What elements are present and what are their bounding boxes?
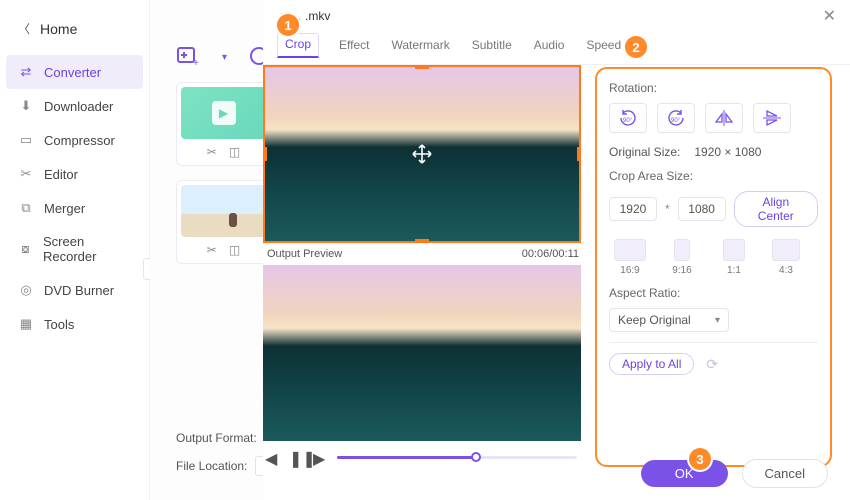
crop-handle-left[interactable] [263, 147, 267, 161]
home-label: Home [40, 21, 77, 37]
sidebar-item-label: Editor [44, 167, 78, 182]
close-icon[interactable]: ✕ [823, 6, 836, 26]
prev-frame-icon[interactable]: ◀ [265, 449, 281, 465]
tab-effect[interactable]: Effect [337, 34, 371, 58]
sidebar-item-label: Converter [44, 65, 101, 80]
sidebar-item-label: Compressor [44, 133, 115, 148]
move-cross-icon[interactable] [411, 143, 433, 165]
file-location-label: File Location: [176, 459, 247, 473]
tools-icon: ▦ [18, 316, 34, 332]
sidebar-item-label: Merger [44, 201, 85, 216]
chevron-down-icon: ▾ [715, 315, 720, 326]
merger-icon: ⧉ [18, 200, 34, 216]
editor-tabs: Crop Effect Watermark Subtitle Audio Spe… [263, 28, 850, 65]
crop-editor-modal: w… .mkv ✕ Crop Effect Watermark Subtitle… [263, 0, 850, 500]
sidebar-item-label: Screen Recorder [43, 234, 135, 264]
aspect-ratio-label: Aspect Ratio: [609, 286, 818, 300]
play-overlay-icon: ▶ [212, 101, 236, 125]
pause-icon[interactable]: ❚❚ [289, 449, 305, 465]
clip-list: ▶ ✂ ◫ ✂ ◫ [176, 82, 271, 278]
sidebar-item-compressor[interactable]: ▭ Compressor [0, 123, 149, 157]
reset-icon[interactable]: ⟳ [706, 356, 718, 373]
crop-handle-right[interactable] [577, 147, 581, 161]
scissors-icon[interactable]: ✂ [207, 243, 217, 257]
ratio-16-9[interactable]: 16:9 [609, 239, 651, 276]
converter-icon: ⇄ [18, 64, 34, 80]
crop-settings-panel: Rotation: 90° 90° Original Size: 1920 × … [595, 67, 832, 467]
svg-text:90°: 90° [671, 118, 681, 124]
seek-bar[interactable] [337, 456, 577, 459]
aspect-ratio-select[interactable]: Keep Original ▾ [609, 308, 729, 332]
sidebar-item-dvd-burner[interactable]: ◎ DVD Burner [0, 273, 149, 307]
top-action-icons: + ▾ + [176, 46, 273, 68]
cancel-button[interactable]: Cancel [742, 459, 828, 488]
crop-icon[interactable]: ◫ [229, 243, 240, 257]
tab-watermark[interactable]: Watermark [389, 34, 451, 58]
clip-thumbnail: ▶ [181, 87, 266, 139]
downloader-icon: ⬇ [18, 98, 34, 114]
clip-item[interactable]: ▶ ✂ ◫ [176, 82, 271, 166]
original-size-label: Original Size: [609, 145, 680, 159]
tab-crop[interactable]: Crop [277, 33, 319, 58]
sidebar-item-editor[interactable]: ✂ Editor [0, 157, 149, 191]
chevron-left-icon: 〈 [18, 20, 30, 37]
ratio-1-1[interactable]: 1:1 [713, 239, 755, 276]
multiply-sign: * [665, 202, 670, 216]
screen-recorder-icon: ⧇ [18, 241, 33, 257]
sidebar: 〈 Home ⇄ Converter ⬇ Downloader ▭ Compre… [0, 0, 150, 500]
timecode: 00:06/00:11 [522, 248, 579, 260]
output-preview-label: Output Preview [267, 248, 342, 260]
ratio-9-16[interactable]: 9:16 [661, 239, 703, 276]
tab-subtitle[interactable]: Subtitle [470, 34, 514, 58]
editor-footer: OK Cancel [641, 459, 828, 488]
callout-2: 2 [625, 36, 647, 58]
crop-height-input[interactable]: 1080 [678, 197, 726, 221]
home-button[interactable]: 〈 Home [0, 12, 149, 55]
callout-3: 3 [689, 448, 711, 470]
add-video-icon[interactable]: + [176, 46, 200, 68]
svg-text:+: + [193, 58, 199, 68]
crop-handle-bottom[interactable] [415, 239, 429, 243]
sidebar-item-merger[interactable]: ⧉ Merger [0, 191, 149, 225]
sidebar-item-downloader[interactable]: ⬇ Downloader [0, 89, 149, 123]
sidebar-item-tools[interactable]: ▦ Tools [0, 307, 149, 341]
next-frame-icon[interactable]: ▶ [313, 449, 329, 465]
sidebar-item-converter[interactable]: ⇄ Converter [6, 55, 143, 89]
callout-1: 1 [277, 14, 299, 36]
scissors-icon[interactable]: ✂ [207, 145, 217, 159]
output-format-label: Output Format: [176, 431, 257, 445]
preview-column: Output Preview 00:06/00:11 ◀ ❚❚ ▶ [263, 65, 581, 467]
sidebar-item-label: DVD Burner [44, 283, 114, 298]
output-preview [263, 265, 581, 441]
svg-text:90°: 90° [623, 118, 633, 124]
align-center-button[interactable]: Align Center [734, 191, 818, 227]
clip-thumbnail [181, 185, 266, 237]
original-size-value: 1920 × 1080 [694, 145, 761, 159]
tab-speed[interactable]: Speed [584, 34, 623, 58]
ratio-4-3[interactable]: 4:3 [765, 239, 807, 276]
flip-vertical-icon[interactable] [753, 103, 791, 133]
editor-icon: ✂ [18, 166, 34, 182]
sidebar-item-label: Downloader [44, 99, 113, 114]
rotate-ccw-icon[interactable]: 90° [657, 103, 695, 133]
flip-horizontal-icon[interactable] [705, 103, 743, 133]
crop-handle-top[interactable] [415, 65, 429, 69]
rotation-label: Rotation: [609, 81, 818, 95]
dvd-burner-icon: ◎ [18, 282, 34, 298]
rotate-cw-icon[interactable]: 90° [609, 103, 647, 133]
crop-canvas[interactable] [263, 65, 581, 243]
crop-width-input[interactable]: 1920 [609, 197, 657, 221]
crop-icon[interactable]: ◫ [229, 145, 240, 159]
sidebar-item-label: Tools [44, 317, 74, 332]
ok-button[interactable]: OK [641, 460, 728, 487]
clip-item[interactable]: ✂ ◫ [176, 180, 271, 264]
transport-bar: ◀ ❚❚ ▶ [263, 441, 581, 467]
chevron-down-icon[interactable]: ▾ [222, 52, 227, 63]
compressor-icon: ▭ [18, 132, 34, 148]
sidebar-item-screen-recorder[interactable]: ⧇ Screen Recorder [0, 225, 149, 273]
apply-to-all-button[interactable]: Apply to All [609, 353, 694, 375]
crop-area-label: Crop Area Size: [609, 169, 818, 183]
tab-audio[interactable]: Audio [532, 34, 567, 58]
